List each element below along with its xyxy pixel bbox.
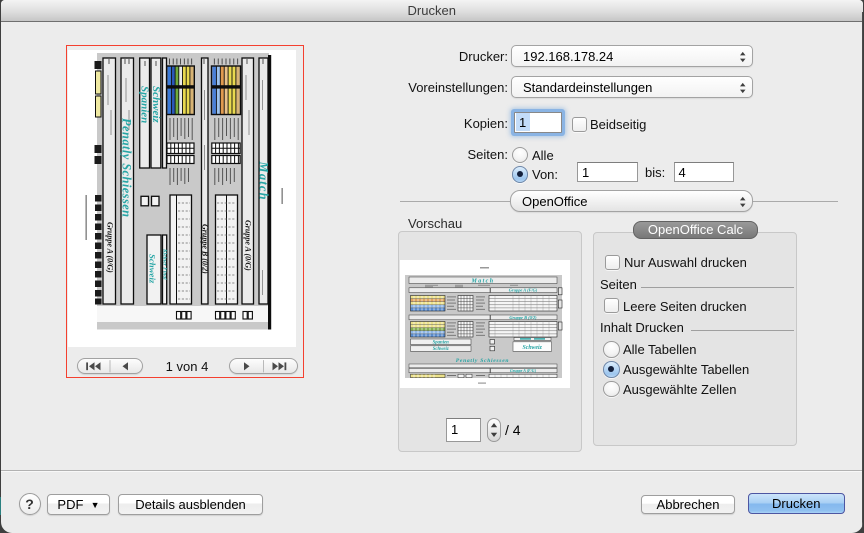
svg-text:Schweiz: Schweiz: [150, 86, 162, 123]
svg-text:Gruppe A (0/G): Gruppe A (0/G): [105, 222, 114, 273]
svg-text:Penatly Schiessen: Penatly Schiessen: [456, 358, 509, 364]
svg-text:Gruppe B (0/2): Gruppe B (0/2): [200, 224, 209, 274]
svg-text:Gruppe A (F/G): Gruppe A (F/G): [510, 368, 537, 373]
svg-text:Schweiz: Schweiz: [147, 254, 157, 284]
svg-text:Gruppe A (F/G): Gruppe A (F/G): [509, 288, 538, 293]
svg-text:Spanien: Spanien: [433, 340, 450, 345]
svg-text:Gruppe B (0/2): Gruppe B (0/2): [509, 315, 537, 320]
svg-text:Schweiz: Schweiz: [523, 345, 543, 351]
svg-text:Penatly Schiessen: Penatly Schiessen: [119, 118, 133, 218]
svg-text:Spanien: Spanien: [138, 86, 150, 123]
svg-text:Match: Match: [470, 278, 494, 284]
svg-text:Kleiner Final: Kleiner Final: [161, 248, 167, 280]
svg-text:Gruppe A (0/G): Gruppe A (0/G): [243, 220, 252, 271]
svg-text:Match: Match: [256, 161, 270, 201]
svg-text:Schweiz: Schweiz: [433, 347, 449, 352]
